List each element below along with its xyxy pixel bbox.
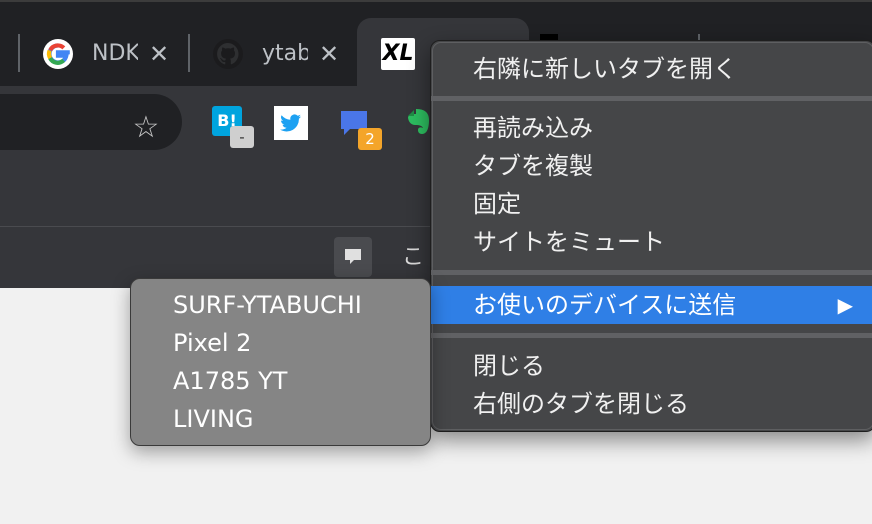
header-text-partial: こ (402, 245, 425, 270)
hatena-bookmark-icon[interactable]: B! - (212, 106, 254, 148)
menu-item-pin[interactable]: 固定 (431, 185, 872, 223)
tab-context-menu: 右隣に新しいタブを開く 再読み込み タブを複製 固定 サイトをミュート お使いの… (430, 40, 872, 432)
tab-separator (188, 34, 190, 72)
github-icon (213, 39, 243, 69)
device-item-surf-ytabuchi[interactable]: SURF-YTABUCHI (131, 286, 430, 324)
device-item-pixel-2[interactable]: Pixel 2 (131, 324, 430, 362)
tab-title: ytab (262, 41, 308, 66)
tab-ytab[interactable]: ytab ✕ (212, 26, 352, 84)
device-label: A1785 YT (173, 367, 288, 395)
xl-icon: XL (381, 38, 415, 70)
bookmark-star-icon[interactable]: ☆ (128, 108, 164, 148)
chat-extension-icon[interactable]: 2 (338, 106, 382, 150)
tab-separator (18, 34, 20, 72)
send-to-devices-submenu: SURF-YTABUCHI Pixel 2 A1785 YT LIVING (130, 278, 431, 446)
device-item-living[interactable]: LIVING (131, 400, 430, 438)
menu-item-label: 固定 (473, 190, 521, 218)
submenu-arrow-icon: ▶ (837, 293, 853, 317)
address-bar[interactable]: ☆ (0, 94, 182, 150)
menu-separator (431, 96, 872, 101)
window-top-edge (0, 0, 872, 2)
menu-item-send-to-devices[interactable]: お使いのデバイスに送信 ▶ (431, 286, 872, 324)
google-icon (43, 39, 73, 69)
device-label: Pixel 2 (173, 329, 252, 357)
comment-bubble-icon[interactable] (334, 237, 372, 277)
device-item-a1785-yt[interactable]: A1785 YT (131, 362, 430, 400)
twitter-icon-graphic (274, 106, 308, 140)
comment-icon-graphic (345, 249, 361, 264)
menu-item-label: サイトをミュート (473, 228, 665, 256)
menu-item-label: タブを複製 (473, 152, 593, 180)
menu-separator (431, 333, 872, 338)
twitter-icon[interactable] (274, 106, 308, 140)
menu-item-close-tabs-right[interactable]: 右側のタブを閉じる (431, 385, 872, 423)
menu-item-label: お使いのデバイスに送信 (473, 291, 737, 319)
browser-window: NDK ✕ ytab ✕ XL ☆ B! - 2 こ 右隣に新しいタブを開く 再… (0, 0, 872, 524)
tab-title: NDK (92, 41, 138, 66)
tab-ndk[interactable]: NDK ✕ (42, 26, 182, 84)
device-label: LIVING (173, 405, 254, 433)
menu-item-reload[interactable]: 再読み込み (431, 109, 872, 147)
menu-separator (431, 270, 872, 275)
menu-item-mute-site[interactable]: サイトをミュート (431, 223, 872, 261)
menu-item-label: 閉じる (473, 352, 545, 380)
menu-item-new-tab-right[interactable]: 右隣に新しいタブを開く (431, 50, 872, 88)
close-tab-icon[interactable]: ✕ (316, 38, 342, 70)
menu-item-close[interactable]: 閉じる (431, 347, 872, 385)
menu-item-label: 右側のタブを閉じる (473, 390, 689, 418)
extension-badge: - (230, 126, 254, 148)
xl-icon-text: XL (382, 41, 414, 66)
close-tab-icon[interactable]: ✕ (146, 38, 172, 70)
menu-item-label: 右隣に新しいタブを開く (473, 55, 737, 83)
device-label: SURF-YTABUCHI (173, 291, 362, 319)
extension-badge: 2 (358, 128, 382, 150)
menu-item-duplicate[interactable]: タブを複製 (431, 147, 872, 185)
menu-item-label: 再読み込み (473, 114, 593, 142)
